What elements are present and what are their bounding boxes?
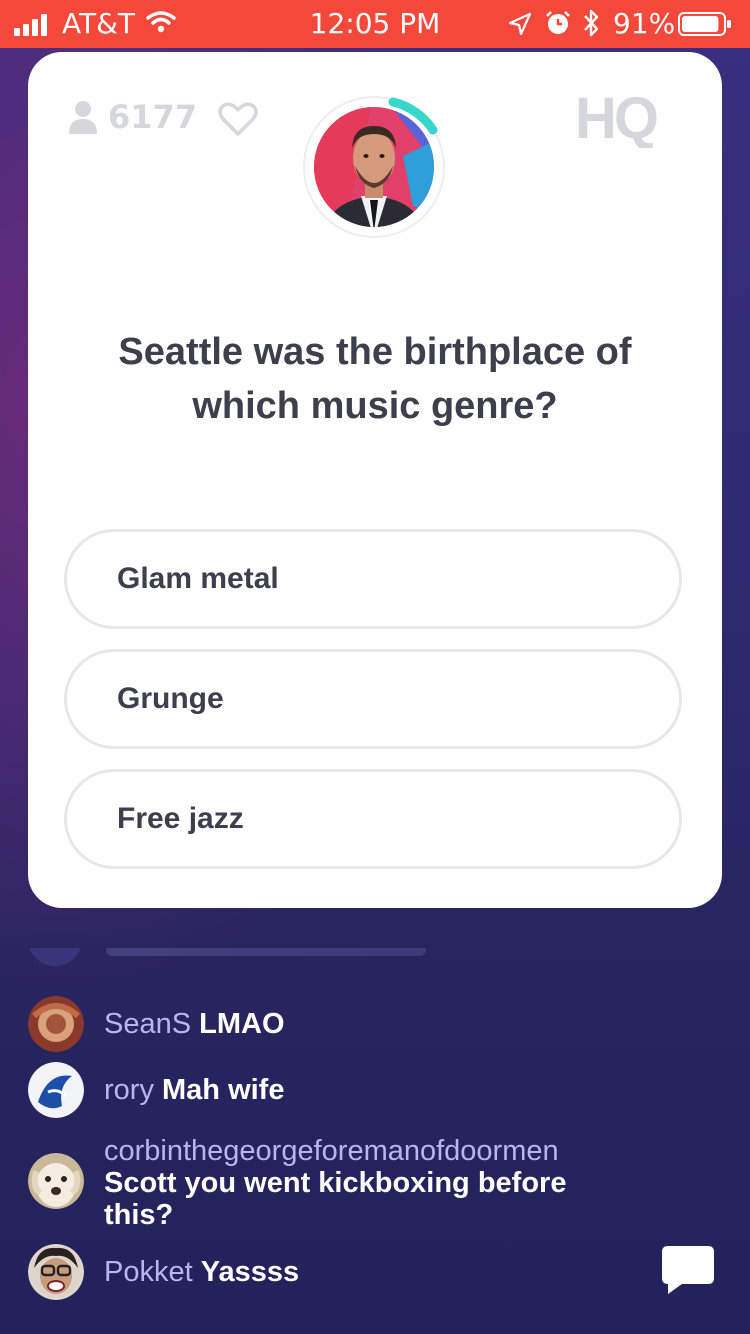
chat-message: corbinthegeorgeforemanofdoormen Scott yo…	[28, 1135, 624, 1231]
alarm-icon	[546, 11, 570, 34]
svg-text:HQ: HQ	[575, 88, 657, 148]
viewer-count: 6177	[68, 98, 197, 136]
question-text: Seattle was the birthplace of which musi…	[118, 331, 632, 427]
chat-message: SeanS LMAO	[28, 996, 285, 1052]
location-icon	[508, 12, 532, 36]
chat-message: rory Mah wife	[28, 1062, 284, 1118]
chat-message-text: Mah wife	[162, 1074, 285, 1106]
answer-option-2[interactable]: Grunge	[64, 649, 682, 749]
chat-scrolled-item	[28, 948, 448, 978]
chat-message-text: Scott you went kickboxing before this?	[104, 1167, 567, 1231]
chat-message-text: Yassss	[200, 1256, 300, 1288]
chat-username: Pokket	[104, 1256, 193, 1288]
host-avatar	[303, 96, 445, 238]
avatar	[28, 1244, 84, 1300]
bluetooth-icon	[584, 9, 599, 37]
hq-logo: HQ	[575, 88, 660, 148]
chat-message-text: LMAO	[199, 1008, 285, 1040]
avatar	[28, 1153, 84, 1209]
viewer-count-value: 6177	[108, 98, 198, 136]
answer-label: Free jazz	[117, 802, 244, 835]
answer-label: Grunge	[117, 682, 224, 715]
avatar	[28, 1062, 84, 1118]
carrier-label: AT&T	[62, 7, 136, 40]
chat-username: rory	[104, 1074, 154, 1106]
battery-icon	[678, 12, 731, 36]
heart-icon[interactable]	[218, 101, 258, 137]
signal-icon	[14, 14, 47, 36]
person-icon	[69, 101, 97, 134]
answer-label: Glam metal	[117, 562, 279, 595]
avatar	[28, 996, 84, 1052]
chat-username: SeanS	[104, 1008, 192, 1040]
chat-username: corbinthegeorgeforemanofdoormen	[104, 1135, 559, 1167]
answer-option-1[interactable]: Glam metal	[64, 529, 682, 629]
chat-message: Pokket Yassss	[28, 1244, 299, 1300]
battery-percent: 91%	[613, 7, 676, 40]
status-bar: AT&T 12:05 PM 91%	[0, 0, 750, 48]
chat-bubble-icon[interactable]	[660, 1244, 716, 1296]
wifi-icon	[146, 11, 176, 33]
answer-option-3[interactable]: Free jazz	[64, 769, 682, 869]
